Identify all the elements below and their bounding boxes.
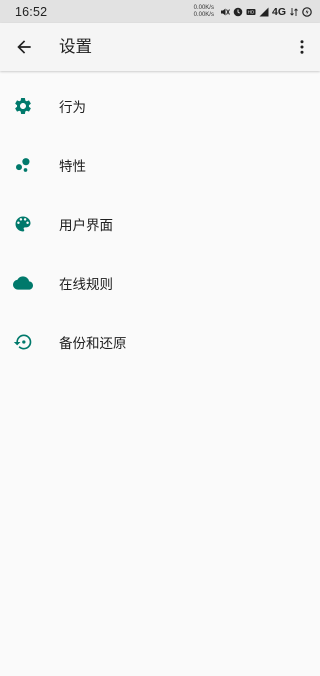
net-speed: 0.00K/s 0.00K/s <box>194 5 214 18</box>
more-options-button[interactable] <box>294 35 310 59</box>
gear-icon <box>12 95 34 117</box>
settings-item-features[interactable]: 特性 <box>0 135 320 194</box>
status-bar: 16:52 0.00K/s 0.00K/s HD 4G <box>0 0 320 23</box>
settings-item-ui[interactable]: 用户界面 <box>0 194 320 253</box>
settings-list: 行为 特性 用户界面 在线规则 备份和还原 <box>0 76 320 371</box>
status-time: 16:52 <box>15 4 48 19</box>
mute-icon <box>220 7 230 17</box>
back-button[interactable] <box>12 35 36 59</box>
settings-item-backup-restore[interactable]: 备份和还原 <box>0 312 320 371</box>
battery-icon <box>302 6 312 17</box>
data-arrows-icon <box>289 7 299 17</box>
alarm-icon <box>233 7 243 17</box>
settings-item-label: 备份和还原 <box>59 335 127 352</box>
settings-item-label: 特性 <box>59 158 86 175</box>
arrow-back-icon <box>17 40 31 54</box>
palette-icon <box>12 213 34 235</box>
restore-icon <box>12 331 34 353</box>
hd-icon: HD <box>246 7 256 17</box>
more-vert-icon <box>300 40 304 54</box>
settings-item-online-rules[interactable]: 在线规则 <box>0 253 320 312</box>
settings-item-label: 行为 <box>59 99 86 116</box>
cloud-icon <box>12 272 34 294</box>
network-type: 4G <box>271 5 286 18</box>
page-title: 设置 <box>59 37 92 56</box>
settings-item-label: 在线规则 <box>59 276 113 293</box>
signal-icon <box>259 7 269 17</box>
svg-text:HD: HD <box>248 9 255 14</box>
settings-item-label: 用户界面 <box>59 217 113 234</box>
settings-item-behavior[interactable]: 行为 <box>0 76 320 135</box>
status-icons: 0.00K/s 0.00K/s HD 4G <box>194 5 312 18</box>
bubbles-icon <box>12 154 34 176</box>
net-speed-down: 0.00K/s <box>193 11 214 18</box>
app-bar: 设置 <box>0 23 320 71</box>
